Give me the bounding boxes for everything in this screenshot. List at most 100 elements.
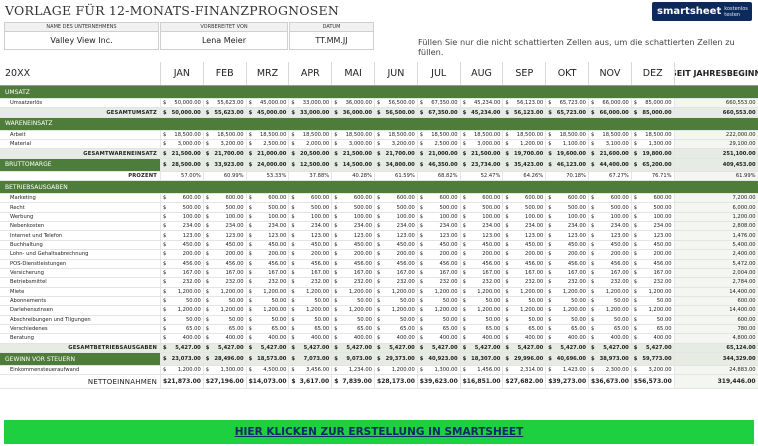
- value-cell-okt[interactable]: $1,200.00: [545, 306, 588, 315]
- value-cell-dez[interactable]: $1,200.00: [630, 306, 674, 315]
- value-cell-dez[interactable]: $1,300.00: [630, 140, 674, 149]
- value-cell-jul[interactable]: $67,350.00: [416, 99, 460, 108]
- value-cell-nov[interactable]: $234.00: [588, 222, 631, 231]
- smartsheet-logo-button[interactable]: smartsheet kostenlos testen: [652, 2, 752, 21]
- value-cell-apr[interactable]: $1,200.00: [288, 287, 331, 296]
- value-cell-mrz[interactable]: $400.00: [245, 334, 289, 343]
- value-cell-mai[interactable]: $50.00: [331, 315, 374, 324]
- value-cell-jul[interactable]: $600.00: [416, 194, 460, 203]
- value-cell-okt[interactable]: $50.00: [545, 296, 588, 306]
- value-cell-sep[interactable]: $50.00: [502, 315, 545, 324]
- value-cell-jan[interactable]: $123.00: [160, 231, 203, 240]
- value-cell-nov[interactable]: $600.00: [588, 194, 631, 203]
- value-cell-jul[interactable]: $1,300.00: [416, 366, 460, 375]
- value-cell-mrz[interactable]: $500.00: [245, 203, 289, 212]
- value-cell-mrz[interactable]: $65.00: [245, 324, 289, 334]
- value-cell-mrz[interactable]: $200.00: [245, 250, 289, 259]
- value-cell-nov[interactable]: $1,200.00: [588, 306, 631, 315]
- value-cell-dez[interactable]: $50.00: [630, 315, 674, 324]
- value-cell-jan[interactable]: $100.00: [160, 212, 203, 222]
- value-cell-mai[interactable]: $167.00: [331, 268, 374, 278]
- value-cell-okt[interactable]: $450.00: [545, 240, 588, 250]
- value-cell-aug[interactable]: $65.00: [459, 324, 503, 334]
- row-label[interactable]: Lohn- und Gehaltsabrechnung: [0, 250, 160, 258]
- value-cell-dez[interactable]: $600.00: [630, 194, 674, 203]
- value-cell-jan[interactable]: $50.00: [160, 315, 203, 324]
- value-cell-mrz[interactable]: $1,200.00: [245, 287, 289, 296]
- value-cell-sep[interactable]: $56,123.00: [502, 99, 545, 108]
- prepared-field[interactable]: Lena Meier: [161, 32, 287, 50]
- value-cell-aug[interactable]: $3,000.00: [459, 140, 503, 149]
- value-cell-dez[interactable]: $232.00: [630, 278, 674, 287]
- value-cell-jan[interactable]: $232.00: [160, 278, 203, 287]
- value-cell-jun[interactable]: $1,200.00: [374, 366, 417, 375]
- value-cell-okt[interactable]: $65,723.00: [545, 99, 588, 108]
- value-cell-dez[interactable]: $500.00: [630, 203, 674, 212]
- value-cell-feb[interactable]: $18,500.00: [202, 130, 246, 140]
- value-cell-jul[interactable]: $200.00: [416, 250, 460, 259]
- value-cell-jan[interactable]: $18,500.00: [160, 130, 203, 140]
- value-cell-feb[interactable]: $50.00: [202, 296, 246, 306]
- value-cell-dez[interactable]: $18,500.00: [630, 130, 674, 140]
- value-cell-jul[interactable]: $400.00: [416, 334, 460, 343]
- value-cell-sep[interactable]: $50.00: [502, 296, 545, 306]
- value-cell-jul[interactable]: $1,200.00: [416, 287, 460, 296]
- value-cell-jun[interactable]: $1,200.00: [374, 287, 417, 296]
- value-cell-jun[interactable]: $600.00: [374, 194, 417, 203]
- value-cell-apr[interactable]: $50.00: [288, 296, 331, 306]
- row-label[interactable]: Buchhaltung: [0, 241, 160, 249]
- row-label[interactable]: Verschiedenes: [0, 325, 160, 333]
- value-cell-mrz[interactable]: $232.00: [245, 278, 289, 287]
- value-cell-jul[interactable]: $1,200.00: [416, 306, 460, 315]
- value-cell-okt[interactable]: $600.00: [545, 194, 588, 203]
- row-label[interactable]: Arbeit: [0, 131, 160, 139]
- value-cell-nov[interactable]: $100.00: [588, 212, 631, 222]
- value-cell-mrz[interactable]: $18,500.00: [245, 130, 289, 140]
- value-cell-okt[interactable]: $1,100.00: [545, 140, 588, 149]
- value-cell-apr[interactable]: $456.00: [288, 259, 331, 268]
- value-cell-dez[interactable]: $456.00: [630, 259, 674, 268]
- row-label[interactable]: Nebenkosten: [0, 222, 160, 230]
- value-cell-jan[interactable]: $456.00: [160, 259, 203, 268]
- value-cell-nov[interactable]: $2,300.00: [588, 366, 631, 375]
- value-cell-aug[interactable]: $50.00: [459, 296, 503, 306]
- value-cell-mai[interactable]: $1,200.00: [331, 306, 374, 315]
- value-cell-feb[interactable]: $1,300.00: [202, 366, 246, 375]
- value-cell-apr[interactable]: $1,200.00: [288, 306, 331, 315]
- value-cell-mai[interactable]: $50.00: [331, 296, 374, 306]
- value-cell-jan[interactable]: $50.00: [160, 296, 203, 306]
- value-cell-jan[interactable]: $167.00: [160, 268, 203, 278]
- value-cell-sep[interactable]: $600.00: [502, 194, 545, 203]
- value-cell-apr[interactable]: $600.00: [288, 194, 331, 203]
- value-cell-aug[interactable]: $18,500.00: [459, 130, 503, 140]
- value-cell-jan[interactable]: $1,200.00: [160, 287, 203, 296]
- value-cell-mrz[interactable]: $100.00: [245, 212, 289, 222]
- value-cell-jul[interactable]: $456.00: [416, 259, 460, 268]
- value-cell-okt[interactable]: $232.00: [545, 278, 588, 287]
- value-cell-jan[interactable]: $400.00: [160, 334, 203, 343]
- value-cell-nov[interactable]: $65.00: [588, 324, 631, 334]
- row-label[interactable]: Material: [0, 140, 160, 148]
- row-label[interactable]: Versicherung: [0, 269, 160, 277]
- value-cell-mai[interactable]: $65.00: [331, 324, 374, 334]
- value-cell-apr[interactable]: $450.00: [288, 240, 331, 250]
- value-cell-mai[interactable]: $123.00: [331, 231, 374, 240]
- value-cell-aug[interactable]: $232.00: [459, 278, 503, 287]
- value-cell-apr[interactable]: $123.00: [288, 231, 331, 240]
- value-cell-feb[interactable]: $50.00: [202, 315, 246, 324]
- value-cell-jan[interactable]: $65.00: [160, 324, 203, 334]
- value-cell-jan[interactable]: $600.00: [160, 194, 203, 203]
- value-cell-apr[interactable]: $50.00: [288, 315, 331, 324]
- value-cell-okt[interactable]: $456.00: [545, 259, 588, 268]
- value-cell-sep[interactable]: $167.00: [502, 268, 545, 278]
- value-cell-feb[interactable]: $232.00: [202, 278, 246, 287]
- value-cell-mai[interactable]: $232.00: [331, 278, 374, 287]
- row-label[interactable]: Miete: [0, 288, 160, 296]
- value-cell-aug[interactable]: $400.00: [459, 334, 503, 343]
- value-cell-apr[interactable]: $200.00: [288, 250, 331, 259]
- value-cell-jan[interactable]: $234.00: [160, 222, 203, 231]
- value-cell-nov[interactable]: $456.00: [588, 259, 631, 268]
- value-cell-jul[interactable]: $50.00: [416, 296, 460, 306]
- value-cell-okt[interactable]: $500.00: [545, 203, 588, 212]
- value-cell-okt[interactable]: $1,200.00: [545, 287, 588, 296]
